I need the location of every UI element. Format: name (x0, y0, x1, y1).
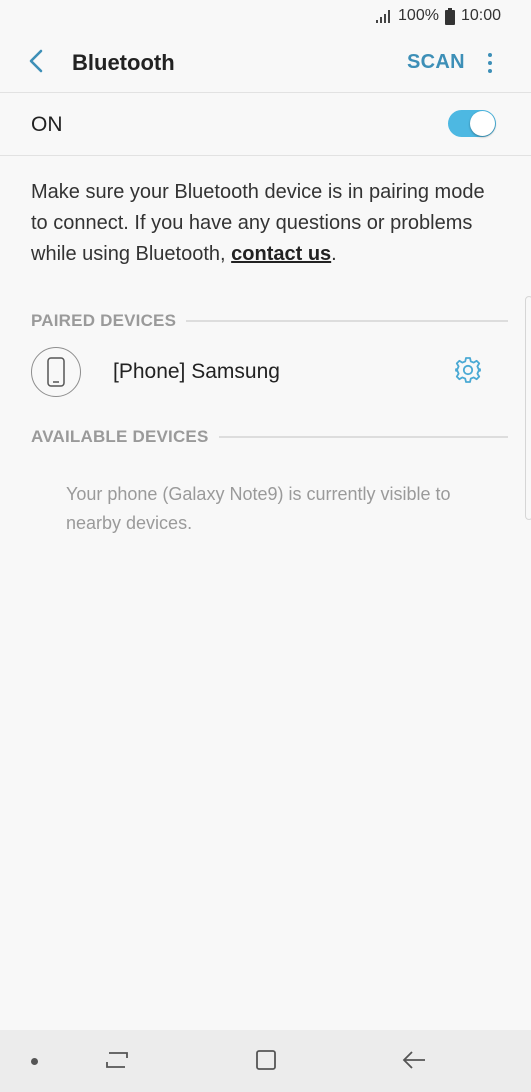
status-bar: 100% 10:00 (0, 0, 531, 34)
device-settings-button[interactable] (453, 356, 483, 389)
scroll-indicator (525, 296, 531, 520)
bluetooth-switch[interactable] (448, 110, 496, 137)
nav-indicator-dot (31, 1058, 38, 1065)
back-button[interactable] (22, 48, 50, 78)
battery-percent: 100% (398, 7, 439, 24)
more-options-icon-dot (488, 53, 492, 57)
device-name: [Phone] Samsung (113, 360, 280, 383)
more-options-button[interactable] (480, 48, 500, 78)
more-options-icon-dot (488, 61, 492, 65)
available-devices-header: AVAILABLE DEVICES (31, 426, 508, 448)
divider (218, 436, 508, 438)
visibility-message: Your phone (Galaxy Note9) is currently v… (66, 484, 451, 533)
more-options-icon-dot (488, 69, 492, 73)
nav-back-button[interactable] (397, 1045, 431, 1079)
battery-icon (444, 7, 455, 25)
home-icon (254, 1048, 278, 1077)
scan-button[interactable]: SCAN (407, 51, 465, 74)
clock: 10:00 (460, 7, 501, 24)
signal-icon (376, 9, 392, 23)
back-icon (401, 1049, 427, 1076)
page-title: Bluetooth (72, 50, 175, 75)
home-button[interactable] (249, 1045, 283, 1079)
paired-devices-label: PAIRED DEVICES (31, 311, 177, 330)
info-suffix: . (331, 243, 337, 265)
toggle-label: ON (31, 113, 63, 136)
navigation-bar (0, 1030, 531, 1092)
contact-us-link[interactable]: contact us (231, 243, 331, 265)
back-arrow-icon (29, 49, 43, 78)
bluetooth-toggle-row[interactable]: ON (0, 93, 531, 156)
available-devices-label: AVAILABLE DEVICES (31, 427, 209, 446)
recent-apps-icon (104, 1049, 130, 1076)
pairing-info-text: Make sure your Bluetooth device is in pa… (31, 177, 491, 270)
divider (186, 320, 508, 322)
paired-device-row[interactable]: [Phone] Samsung (0, 342, 531, 402)
status-indicators: 100% 10:00 (376, 7, 501, 25)
phone-icon (31, 347, 81, 397)
paired-devices-header: PAIRED DEVICES (31, 310, 508, 332)
app-bar: Bluetooth SCAN (0, 34, 531, 93)
gear-icon (454, 356, 482, 389)
switch-knob (470, 111, 495, 136)
recent-apps-button[interactable] (100, 1045, 134, 1079)
